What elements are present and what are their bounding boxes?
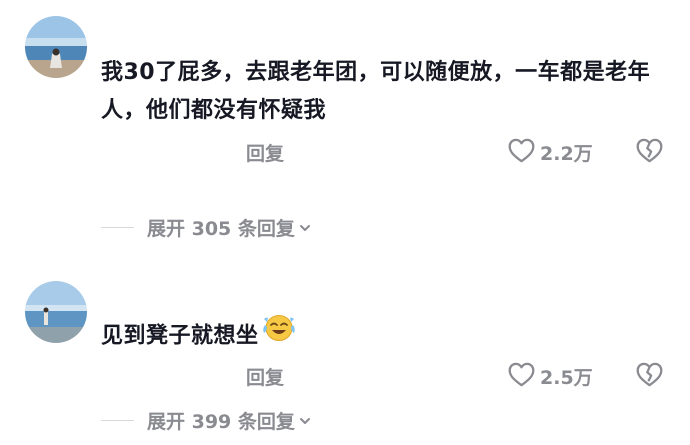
- heart-outline-icon: [508, 138, 535, 167]
- like-button[interactable]: 2.2万: [508, 138, 593, 167]
- comment-text-content: 见到凳子就想坐: [101, 323, 259, 349]
- broken-heart-icon: [636, 138, 663, 167]
- reply-button[interactable]: 回复: [246, 363, 284, 390]
- broken-heart-icon: [636, 362, 663, 391]
- expand-divider: [101, 420, 134, 421]
- comment-text: 见到凳子就想坐: [101, 314, 661, 359]
- avatar[interactable]: [25, 281, 87, 343]
- like-button[interactable]: 2.5万: [508, 362, 593, 391]
- chevron-down-icon: [295, 221, 312, 235]
- chevron-down-icon: [295, 414, 312, 428]
- comment-text: 我30了屁多，去跟老年团，可以随便放，一车都是老年人，他们都没有怀疑我: [101, 60, 651, 123]
- crying-laughing-emoji: [261, 311, 297, 356]
- expand-divider: [101, 227, 134, 228]
- like-count: 2.5万: [540, 367, 593, 389]
- dislike-button[interactable]: [636, 138, 663, 167]
- expand-replies-button[interactable]: 展开 305 条回复: [101, 214, 312, 241]
- avatar[interactable]: [25, 16, 87, 78]
- like-count: 2.2万: [540, 143, 593, 165]
- dislike-button[interactable]: [636, 362, 663, 391]
- expand-replies-label: 展开 399 条回复: [147, 411, 295, 433]
- expand-replies-button[interactable]: 展开 399 条回复: [101, 407, 312, 434]
- heart-outline-icon: [508, 362, 535, 391]
- expand-replies-label: 展开 305 条回复: [147, 218, 295, 240]
- reply-button[interactable]: 回复: [246, 139, 284, 166]
